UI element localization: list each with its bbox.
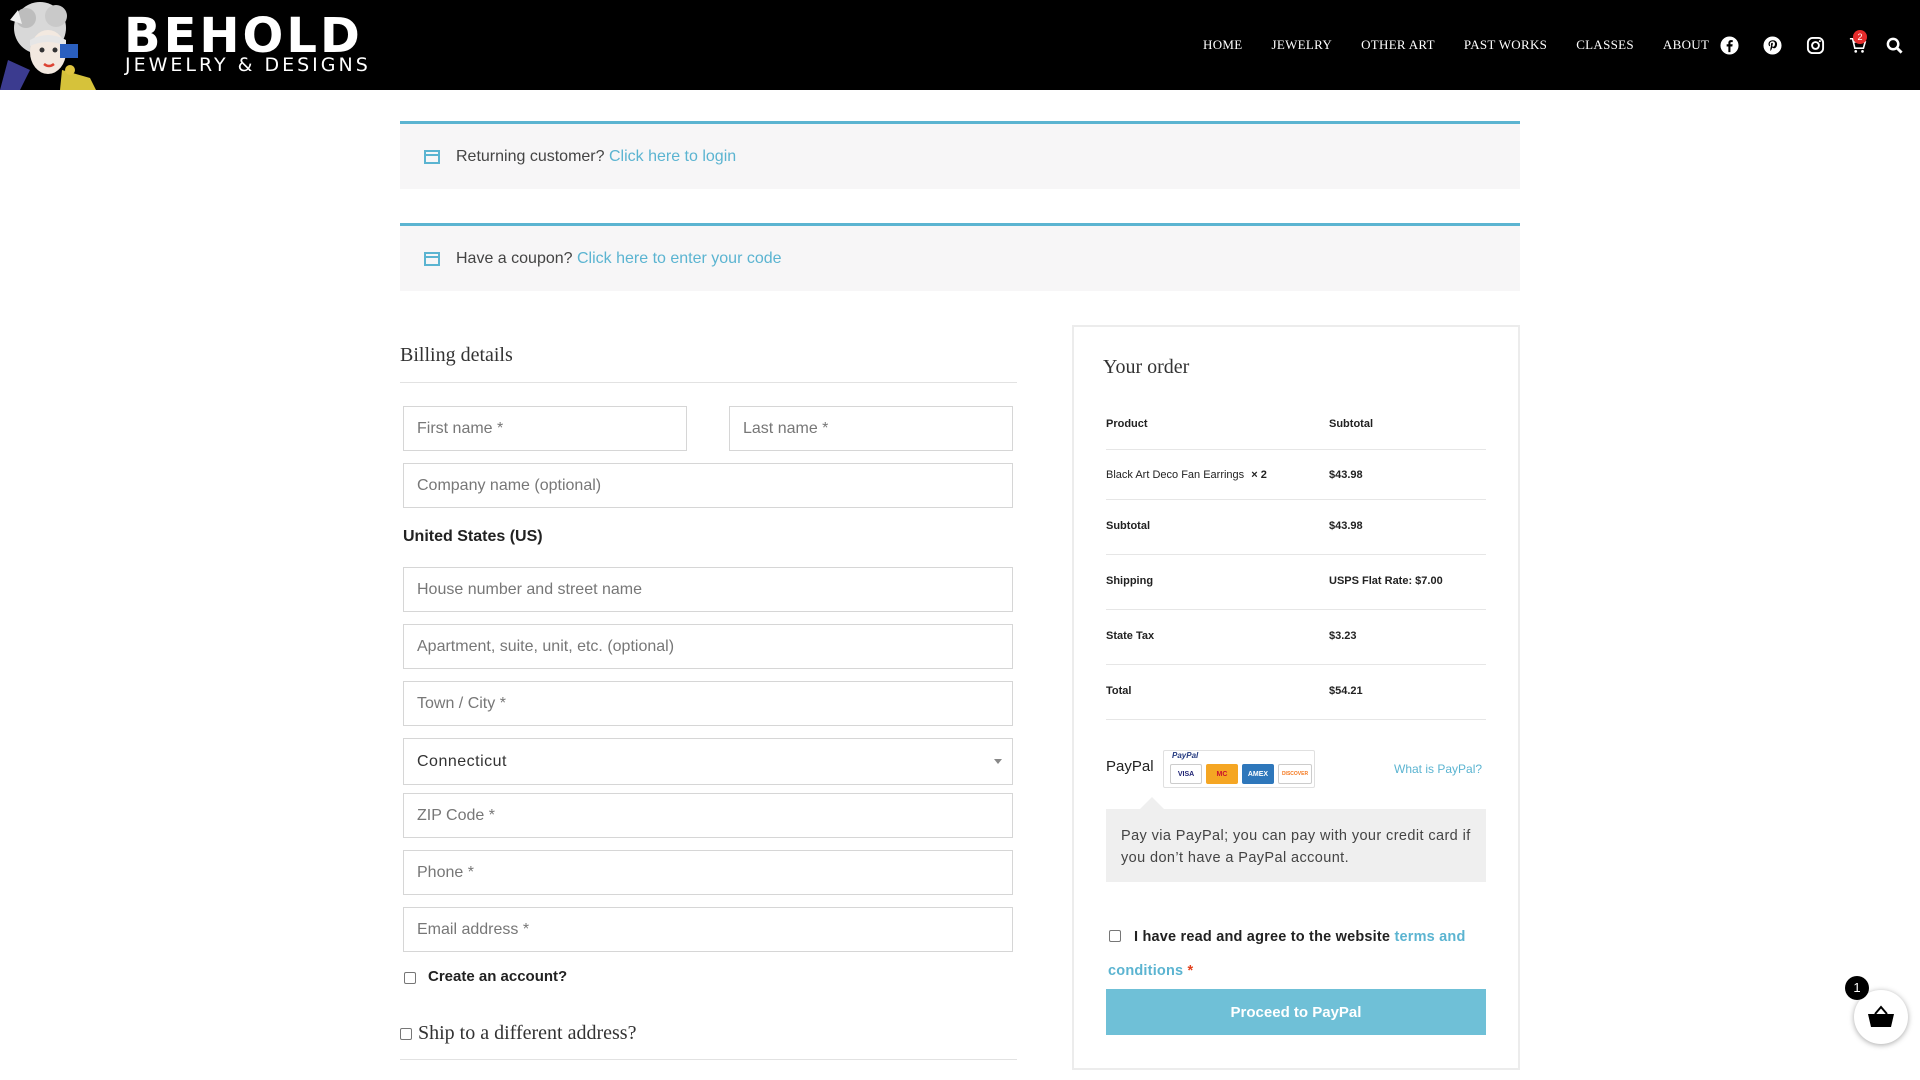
billing-details-heading: Billing details [400,344,513,366]
site-header: BEHOLD JEWELRY & DESIGNS HOME JEWELRY OT… [0,0,1920,90]
company-field[interactable]: Company name (optional) [403,463,1013,508]
country-value: United States (US) [403,528,543,545]
divider [1106,554,1486,555]
notice-coupon-text: Have a coupon? [456,250,573,267]
last-name-field[interactable]: Last name * [729,406,1013,451]
order-item-price: $43.98 [1329,469,1363,481]
proceed-to-paypal-button[interactable]: Proceed to PayPal [1106,989,1486,1035]
divider [1106,664,1486,665]
ship-different-checkbox[interactable] [400,1028,412,1040]
mastercard-icon: MC [1206,764,1238,784]
returning-customer-notice: Returning customer? Click here to login [400,121,1520,189]
divider [400,382,1017,383]
logo-illustration[interactable] [0,0,112,90]
phone-field[interactable]: Phone * [403,850,1013,895]
what-is-paypal-link[interactable]: What is PayPal? [1394,762,1482,776]
window-icon [424,252,440,266]
street-address-field[interactable]: House number and street name [403,567,1013,612]
paypal-acceptance-logo: PayPal VISA MC AMEX DISCOVER [1163,750,1315,788]
basket-icon [1868,1005,1894,1027]
apartment-field[interactable]: Apartment, suite, unit, etc. (optional) [403,624,1013,669]
terms-label[interactable]: I have read and agree to the website ter… [1108,920,1488,988]
ship-different-label[interactable]: Ship to a different address? [418,1022,636,1045]
logo-subtitle[interactable]: JEWELRY & DESIGNS [125,54,371,76]
subtotal-value: $43.98 [1329,520,1363,532]
create-account-label[interactable]: Create an account? [428,968,567,985]
city-field[interactable]: Town / City * [403,681,1013,726]
coupon-link[interactable]: Click here to enter your code [577,250,782,267]
state-select[interactable]: Connecticut [403,738,1013,785]
nav-classes[interactable]: CLASSES [1576,37,1634,53]
pinterest-icon[interactable] [1761,34,1783,56]
description-pointer [1140,797,1164,809]
nav-other-art[interactable]: OTHER ART [1361,37,1435,53]
terms-prefix: I have read and agree to the website [1134,929,1391,945]
your-order-heading: Your order [1103,356,1190,378]
shipping-label: Shipping [1106,575,1154,587]
shipping-value: USPS Flat Rate: $7.00 [1329,575,1443,587]
zip-code-field[interactable]: ZIP Code * [403,793,1013,838]
paypal-description: Pay via PayPal; you can pay with your cr… [1106,809,1486,882]
state-select-value: Connecticut [417,752,507,770]
notice-login-text: Returning customer? [456,148,605,165]
window-icon [424,150,440,164]
required-marker: * [1187,963,1194,979]
state-tax-value: $3.23 [1329,630,1357,642]
nav-jewelry[interactable]: JEWELRY [1271,37,1332,53]
instagram-icon[interactable] [1804,34,1826,56]
paypal-logo-text: PayPal [1172,751,1199,760]
header-icons [1718,34,1920,56]
visa-card-icon: VISA [1170,764,1202,784]
nav-past-works[interactable]: PAST WORKS [1464,37,1547,53]
search-icon[interactable] [1883,34,1905,56]
total-value: $54.21 [1329,685,1363,697]
nav-home[interactable]: HOME [1203,37,1242,53]
product-column-header: Product [1106,418,1148,430]
nav-about[interactable]: ABOUT [1663,37,1709,53]
email-field[interactable]: Email address * [403,907,1013,952]
paypal-method-label[interactable]: PayPal [1106,758,1154,775]
cart-count-badge: 2 [1853,30,1867,44]
floating-cart-count: 1 [1845,976,1869,1000]
divider [1106,609,1486,610]
order-item-qty: × 2 [1251,469,1267,481]
facebook-icon[interactable] [1718,34,1740,56]
order-item-row: Black Art Deco Fan Earrings × 2 [1106,469,1267,481]
first-name-field[interactable]: First name * [403,406,687,451]
amex-card-icon: AMEX [1242,764,1274,784]
divider [400,1059,1017,1060]
discover-card-icon: DISCOVER [1278,764,1312,784]
login-link[interactable]: Click here to login [609,148,736,165]
coupon-notice: Have a coupon? Click here to enter your … [400,223,1520,291]
chevron-down-icon [994,759,1002,764]
main-nav: HOME JEWELRY OTHER ART PAST WORKS CLASSE… [1180,0,1709,90]
divider [1106,499,1486,500]
subtotal-label: Subtotal [1106,520,1150,532]
total-label: Total [1106,685,1132,697]
subtotal-column-header: Subtotal [1329,418,1373,430]
order-item-name: Black Art Deco Fan Earrings [1106,469,1245,481]
divider [1106,449,1486,450]
divider [1106,719,1486,720]
state-tax-label: State Tax [1106,630,1155,642]
create-account-checkbox[interactable] [404,972,416,984]
